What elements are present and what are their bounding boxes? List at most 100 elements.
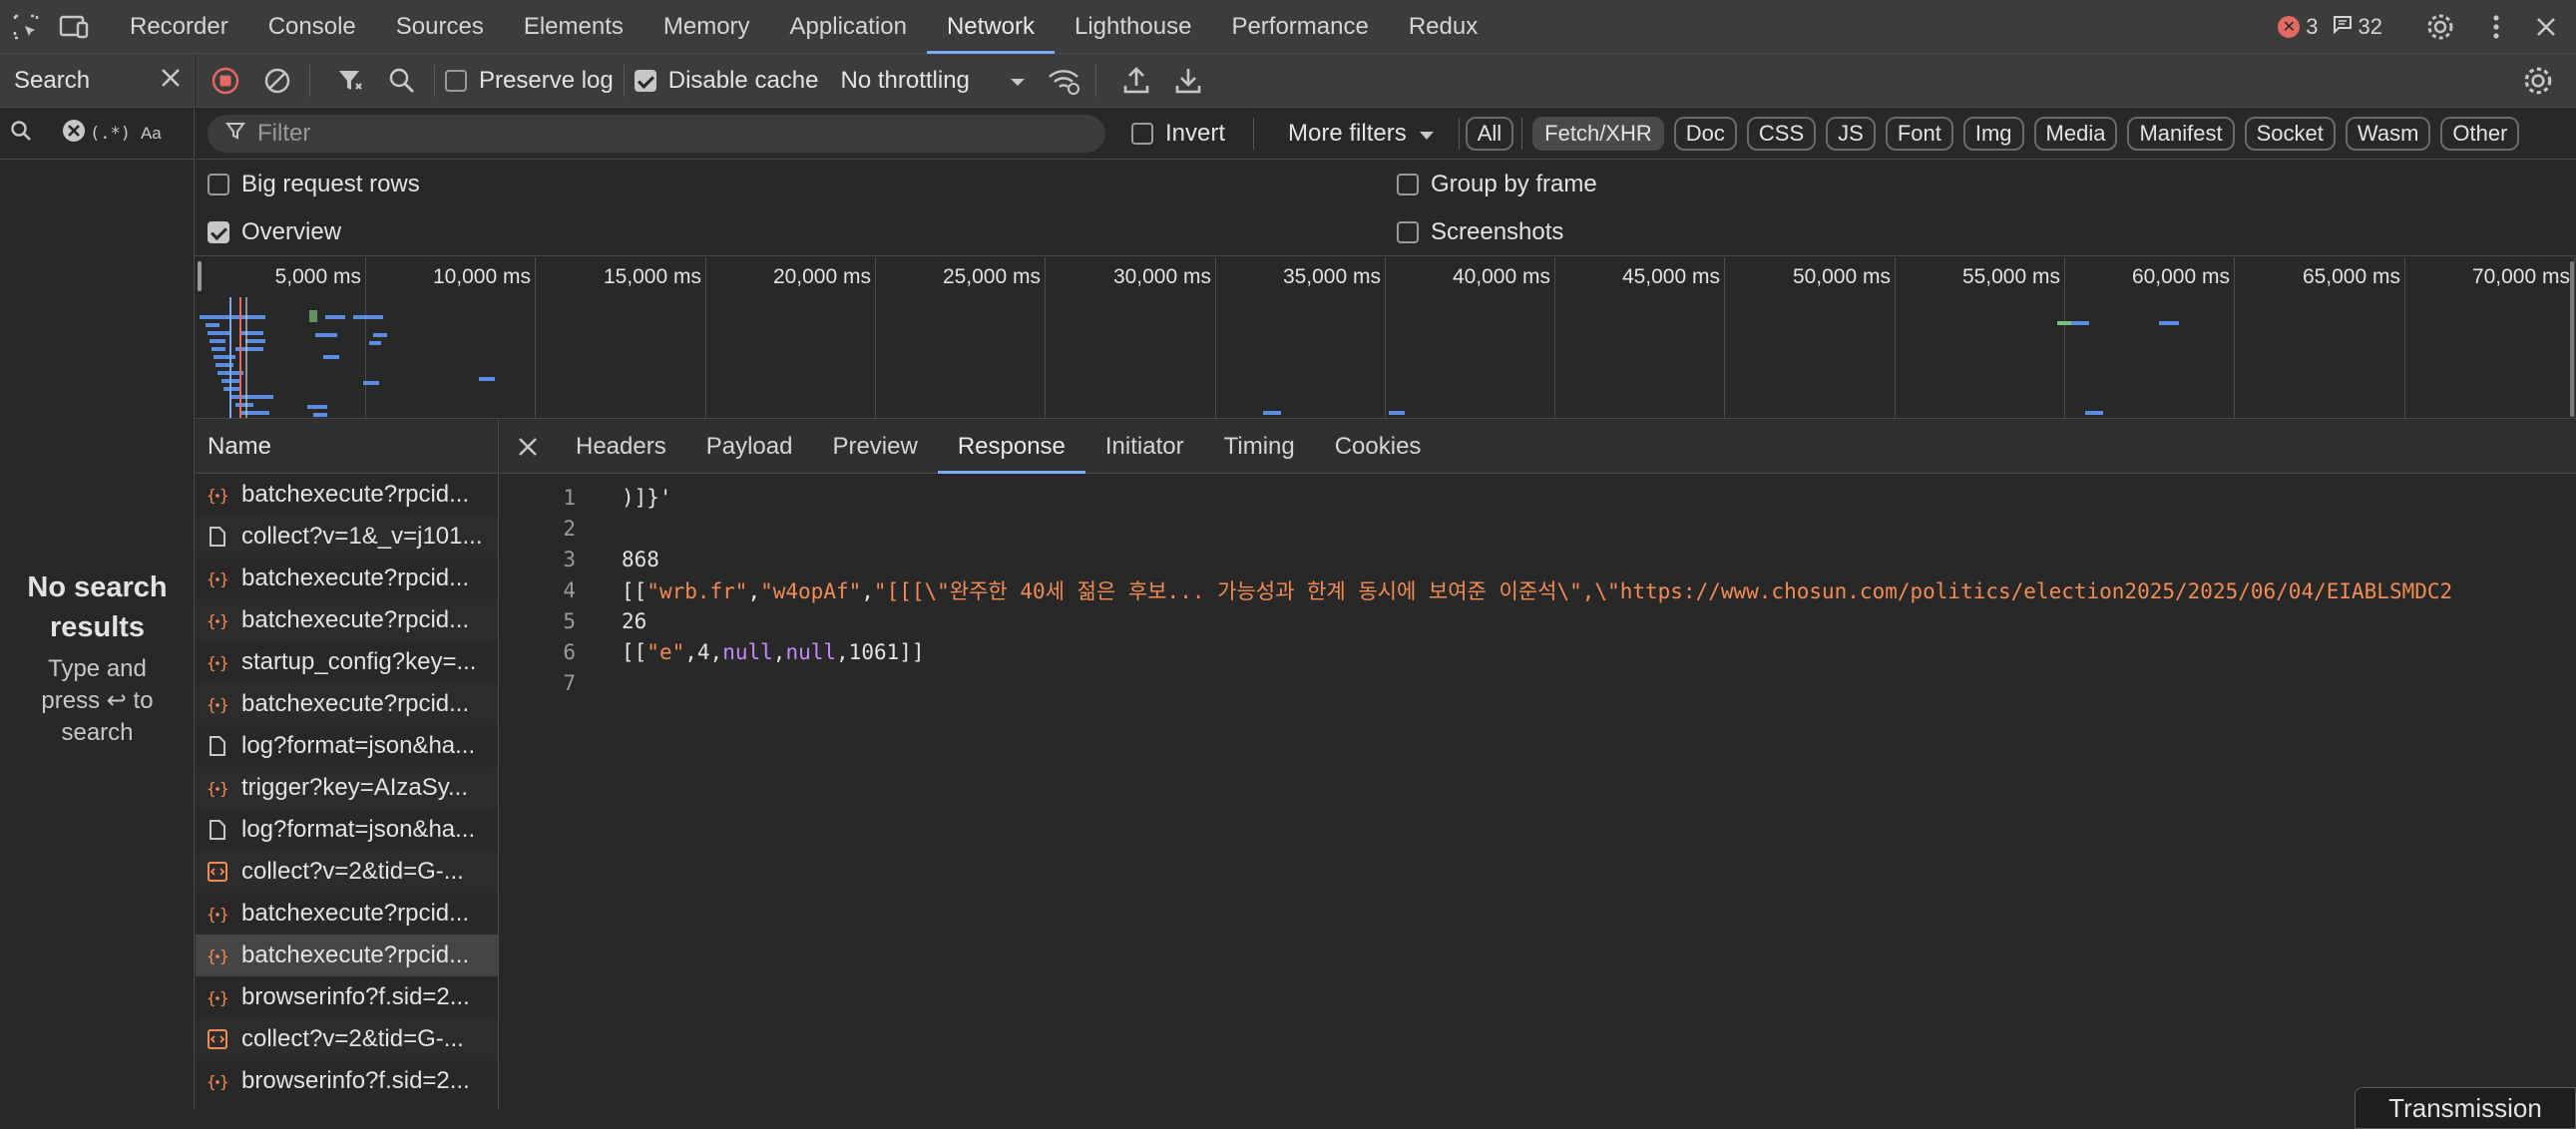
overview-checkbox[interactable]: Overview bbox=[208, 218, 341, 246]
export-har-icon[interactable] bbox=[1166, 59, 1210, 103]
tab-performance[interactable]: Performance bbox=[1211, 0, 1388, 54]
tab-network[interactable]: Network bbox=[926, 0, 1056, 54]
response-body-editor[interactable]: 1 )]}' 2 3 868 4 [["wrb.fr","w4opAf","[[… bbox=[500, 474, 2576, 1052]
overview-gridline bbox=[2064, 257, 2065, 418]
request-list: Name {} batchexecute?rpcid... collect?v=1&… bbox=[196, 420, 499, 1109]
group-by-frame-box[interactable] bbox=[1397, 174, 1419, 195]
error-icon: ✕ bbox=[2278, 16, 2301, 38]
tab-timing[interactable]: Timing bbox=[1204, 420, 1315, 474]
settings-gear-icon[interactable] bbox=[2422, 9, 2458, 45]
name-column-header[interactable]: Name bbox=[196, 420, 498, 474]
tab-payload[interactable]: Payload bbox=[686, 420, 813, 474]
tab-lighthouse[interactable]: Lighthouse bbox=[1055, 0, 1211, 54]
no-search-results: No search results Type and press ↩ to se… bbox=[0, 567, 195, 749]
more-options-icon[interactable] bbox=[2478, 9, 2514, 45]
network-overview-timeline[interactable]: 5,000 ms 10,000 ms 15,000 ms 20,000 ms 25,00… bbox=[196, 257, 2576, 419]
type-filter-all[interactable]: All bbox=[1465, 116, 1514, 151]
more-filters-dropdown[interactable]: More filters bbox=[1288, 120, 1435, 148]
type-filter-img[interactable]: Img bbox=[1962, 116, 2024, 151]
type-filter-manifest[interactable]: Manifest bbox=[2127, 116, 2235, 151]
clear-search-icon[interactable] bbox=[62, 119, 86, 148]
overview-request-bar bbox=[245, 339, 265, 343]
message-count-badge[interactable]: 32 bbox=[2333, 14, 2382, 40]
message-count: 32 bbox=[2358, 14, 2382, 39]
request-row[interactable]: {} batchexecute?rpcid... bbox=[196, 935, 498, 976]
request-row[interactable]: log?format=json&ha... bbox=[196, 809, 498, 851]
request-row[interactable]: {} batchexecute?rpcid... bbox=[196, 599, 498, 641]
request-row[interactable]: collect?v=1&_v=j101... bbox=[196, 516, 498, 558]
tab-sources[interactable]: Sources bbox=[376, 0, 504, 54]
close-search-icon[interactable] bbox=[160, 67, 182, 94]
type-filter-css[interactable]: CSS bbox=[1746, 116, 1817, 151]
overview-request-bar bbox=[229, 395, 273, 399]
invert-checkbox[interactable]: Invert bbox=[1131, 120, 1225, 148]
xhr-icon: {} bbox=[206, 985, 229, 1009]
type-filter-socket[interactable]: Socket bbox=[2244, 116, 2336, 151]
type-filter-font[interactable]: Font bbox=[1885, 116, 1953, 151]
close-devtools-icon[interactable] bbox=[2528, 9, 2564, 45]
request-row[interactable]: {} batchexecute?rpcid... bbox=[196, 893, 498, 935]
request-row[interactable]: {} batchexecute?rpcid... bbox=[196, 683, 498, 725]
preserve-log-checkbox[interactable]: Preserve log bbox=[445, 67, 614, 95]
overview-box[interactable] bbox=[208, 221, 229, 243]
tab-console[interactable]: Console bbox=[248, 0, 376, 54]
request-row[interactable]: {} browserinfo?f.sid=2... bbox=[196, 976, 498, 1018]
close-detail-icon[interactable] bbox=[500, 420, 556, 474]
tab-redux[interactable]: Redux bbox=[1389, 0, 1498, 54]
type-filter-doc[interactable]: Doc bbox=[1673, 116, 1737, 151]
type-filter-wasm[interactable]: Wasm bbox=[2345, 116, 2431, 151]
type-filter-js[interactable]: JS bbox=[1826, 116, 1876, 151]
disable-cache-checkbox[interactable]: Disable cache bbox=[634, 67, 818, 95]
screenshots-checkbox[interactable]: Screenshots bbox=[1397, 218, 1563, 246]
match-case-toggle[interactable]: Aa bbox=[141, 124, 162, 144]
request-row[interactable]: collect?v=2&tid=G-... bbox=[196, 851, 498, 893]
overview-gridline bbox=[1895, 257, 1896, 418]
overview-tick-label: 45,000 ms bbox=[1621, 265, 1720, 288]
search-input-bar[interactable]: (.*) Aa bbox=[0, 108, 194, 160]
toolbar-divider bbox=[309, 64, 310, 97]
tab-preview[interactable]: Preview bbox=[812, 420, 937, 474]
line-number: 4 bbox=[563, 577, 576, 602]
network-conditions-icon[interactable] bbox=[1042, 59, 1085, 103]
request-row[interactable]: {} trigger?key=AIzaSy... bbox=[196, 767, 498, 809]
device-toolbar-icon[interactable] bbox=[56, 9, 92, 45]
search-icon[interactable] bbox=[380, 59, 424, 103]
stop-recording-icon[interactable] bbox=[204, 59, 247, 103]
group-by-frame-checkbox[interactable]: Group by frame bbox=[1397, 171, 1597, 198]
tab-application[interactable]: Application bbox=[770, 0, 927, 54]
throttling-select[interactable]: No throttling bbox=[840, 67, 1025, 95]
filter-icon[interactable] bbox=[328, 59, 372, 103]
request-row[interactable]: {} batchexecute?rpcid... bbox=[196, 558, 498, 599]
tab-headers[interactable]: Headers bbox=[556, 420, 686, 474]
big-request-rows-checkbox[interactable]: Big request rows bbox=[208, 171, 420, 198]
tab-initiator[interactable]: Initiator bbox=[1085, 420, 1204, 474]
svg-text:{: { bbox=[207, 611, 216, 630]
overview-marker bbox=[245, 297, 247, 418]
request-row[interactable]: {} batchexecute?rpcid... bbox=[196, 474, 498, 516]
filter-input[interactable]: Filter bbox=[208, 114, 1105, 153]
disable-cache-box[interactable] bbox=[634, 69, 656, 92]
import-har-icon[interactable] bbox=[1114, 59, 1158, 103]
invert-box[interactable] bbox=[1131, 122, 1153, 145]
network-settings-gear-icon[interactable] bbox=[2516, 59, 2560, 103]
request-row[interactable]: {} startup_config?key=... bbox=[196, 641, 498, 683]
type-filter-fetch-xhr[interactable]: Fetch/XHR bbox=[1532, 116, 1664, 151]
no-results-title: No search results bbox=[27, 571, 168, 643]
tab-cookies[interactable]: Cookies bbox=[1315, 420, 1442, 474]
error-count-badge[interactable]: ✕ 3 bbox=[2278, 14, 2319, 40]
tab-elements[interactable]: Elements bbox=[504, 0, 644, 54]
regex-toggle[interactable]: (.*) bbox=[90, 124, 131, 144]
type-filter-other[interactable]: Other bbox=[2440, 116, 2520, 151]
tab-memory[interactable]: Memory bbox=[644, 0, 770, 54]
request-row[interactable]: collect?v=2&tid=G-... bbox=[196, 1018, 498, 1060]
preserve-log-box[interactable] bbox=[445, 69, 467, 92]
tab-recorder[interactable]: Recorder bbox=[110, 0, 248, 54]
inspect-element-icon[interactable] bbox=[8, 9, 44, 45]
clear-log-icon[interactable] bbox=[255, 59, 299, 103]
request-row[interactable]: log?format=json&ha... bbox=[196, 725, 498, 767]
screenshots-box[interactable] bbox=[1397, 221, 1419, 243]
request-row[interactable]: {} browserinfo?f.sid=2... bbox=[196, 1060, 498, 1102]
tab-response[interactable]: Response bbox=[937, 420, 1085, 474]
big-request-rows-box[interactable] bbox=[208, 174, 229, 195]
type-filter-media[interactable]: Media bbox=[2033, 116, 2118, 151]
